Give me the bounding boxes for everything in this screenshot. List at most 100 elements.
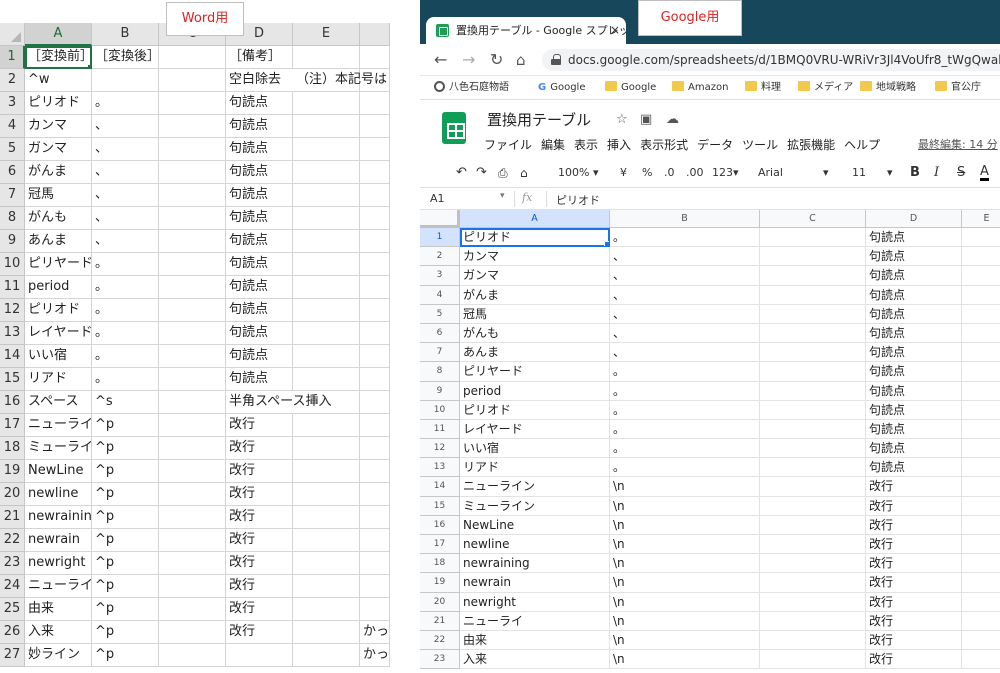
url-field[interactable]: docs.google.com/spreadsheets/d/1BMQ0VRU-… (542, 49, 1000, 71)
cell-d[interactable]: 句読点 (226, 322, 293, 345)
cell-d[interactable]: 句読点 (866, 266, 962, 286)
column-header-f[interactable] (360, 23, 390, 46)
cell-e[interactable] (962, 362, 1000, 382)
cell-a[interactable]: newrain (25, 529, 92, 552)
cell-c[interactable] (760, 381, 866, 401)
currency-format-button[interactable]: ¥ (620, 165, 627, 181)
undo-icon[interactable]: ↶ (456, 165, 467, 181)
row-header[interactable]: 13 (0, 322, 25, 345)
cell-c[interactable] (159, 161, 226, 184)
cell-a[interactable]: カンマ (460, 247, 610, 267)
redo-icon[interactable]: ↷ (476, 165, 487, 181)
cell-b[interactable]: ^s (92, 391, 159, 414)
menu-item[interactable]: 拡張機能 (787, 138, 835, 152)
cell-b[interactable]: 。 (92, 92, 159, 115)
cell-d[interactable]: 改行 (226, 621, 293, 644)
row-header[interactable]: 7 (0, 184, 25, 207)
cell-d[interactable]: 改行 (866, 515, 962, 535)
cell-d[interactable]: 句読点 (226, 161, 293, 184)
cell-d[interactable]: 改行 (226, 529, 293, 552)
bookmark-item[interactable]: Google (605, 80, 656, 96)
print-icon[interactable]: ⎙ (498, 165, 508, 181)
cell-c[interactable] (159, 46, 226, 69)
cell-d[interactable]: 句読点 (226, 368, 293, 391)
menu-item[interactable]: ファイル (484, 138, 532, 152)
cell-e[interactable] (293, 276, 360, 299)
font-select-chevron-icon[interactable]: ▾ (823, 165, 829, 181)
star-icon[interactable]: ☆ (616, 112, 628, 127)
column-header-d[interactable]: D (866, 210, 962, 228)
cell-e[interactable] (293, 184, 360, 207)
cell-b[interactable]: \n (610, 554, 760, 574)
cell-a[interactable]: 入来 (460, 650, 610, 670)
row-header[interactable]: 16 (0, 391, 25, 414)
cell-a[interactable]: ピリヤード (25, 253, 92, 276)
row-header[interactable]: 17 (0, 414, 25, 437)
cell-d[interactable]: 句読点 (866, 419, 962, 440)
cell-e[interactable] (962, 420, 1000, 440)
home-icon[interactable]: ⌂ (516, 50, 526, 70)
row-header[interactable]: 14 (0, 345, 25, 368)
cell-c[interactable] (760, 343, 866, 363)
cell-e[interactable] (962, 593, 1000, 612)
cell-d[interactable]: 句読点 (226, 184, 293, 207)
cell-a[interactable]: ミューライン (460, 496, 610, 516)
cell-c[interactable] (760, 496, 866, 516)
cell-a[interactable]: newrainingu (25, 506, 92, 529)
cell-d[interactable]: 改行 (866, 496, 962, 516)
cell-d[interactable]: 改行 (226, 460, 293, 483)
cell-a[interactable]: ^w (25, 69, 92, 92)
row-header[interactable]: 11 (420, 419, 460, 440)
bookmark-item[interactable]: 官公庁 (935, 80, 981, 96)
cell-c[interactable] (159, 115, 226, 138)
cell-e[interactable] (293, 506, 360, 529)
row-header[interactable]: 4 (420, 285, 460, 305)
cell-c[interactable] (159, 506, 226, 529)
cell-e[interactable] (293, 621, 360, 644)
cell-e[interactable] (293, 414, 360, 437)
cell-d[interactable]: 句読点 (866, 247, 962, 267)
cell-e[interactable] (293, 161, 360, 184)
cell-c[interactable] (159, 598, 226, 621)
cell-e[interactable] (293, 207, 360, 230)
row-header[interactable]: 16 (420, 515, 460, 535)
cell-e[interactable] (293, 368, 360, 391)
cell-a[interactable]: newline (460, 535, 610, 555)
cell-e[interactable] (293, 115, 360, 138)
row-header[interactable]: 1 (420, 228, 460, 248)
cell-a[interactable]: スペース (25, 391, 92, 414)
cell-b[interactable]: \n (610, 515, 760, 535)
row-header[interactable]: 2 (0, 69, 25, 92)
cell-d[interactable]: 改行 (226, 552, 293, 575)
cell-d[interactable]: 改行 (226, 437, 293, 460)
cell-d[interactable]: 句読点 (226, 230, 293, 253)
cell-a[interactable]: ニューライ (460, 611, 610, 631)
cell-c[interactable] (159, 575, 226, 598)
cell-f[interactable] (360, 552, 390, 575)
row-header[interactable]: 18 (0, 437, 25, 460)
cell-b[interactable]: 、 (92, 207, 159, 230)
cell-b[interactable]: 。 (610, 381, 760, 401)
bold-button[interactable]: B (910, 165, 920, 181)
column-header-a[interactable]: A (25, 23, 92, 46)
decrease-decimal-button[interactable]: .0 (664, 165, 675, 181)
cell-a[interactable]: newrain (460, 573, 610, 593)
cell-d[interactable]: 改行 (866, 592, 962, 612)
cell-d[interactable]: 空白除去 (226, 69, 293, 92)
cell-c[interactable] (760, 477, 866, 497)
column-header-e[interactable]: E (293, 23, 360, 46)
cell-b[interactable]: \n (610, 630, 760, 651)
cell-b[interactable]: 、 (610, 285, 760, 305)
row-header[interactable]: 19 (420, 573, 460, 593)
cell-e[interactable] (962, 554, 1000, 574)
column-header-b[interactable]: B (610, 210, 760, 228)
cell-b[interactable]: 。 (92, 299, 159, 322)
cell-b[interactable]: ^p (92, 552, 159, 575)
cell-a[interactable]: リアド (25, 368, 92, 391)
paint-format-icon[interactable]: ⌂ (520, 165, 528, 181)
cell-f[interactable] (360, 575, 390, 598)
font-size-chevron-icon[interactable]: ▾ (887, 165, 893, 181)
cell-e[interactable] (962, 650, 1000, 670)
cell-b[interactable]: 、 (610, 343, 760, 363)
row-header[interactable]: 9 (420, 381, 460, 401)
